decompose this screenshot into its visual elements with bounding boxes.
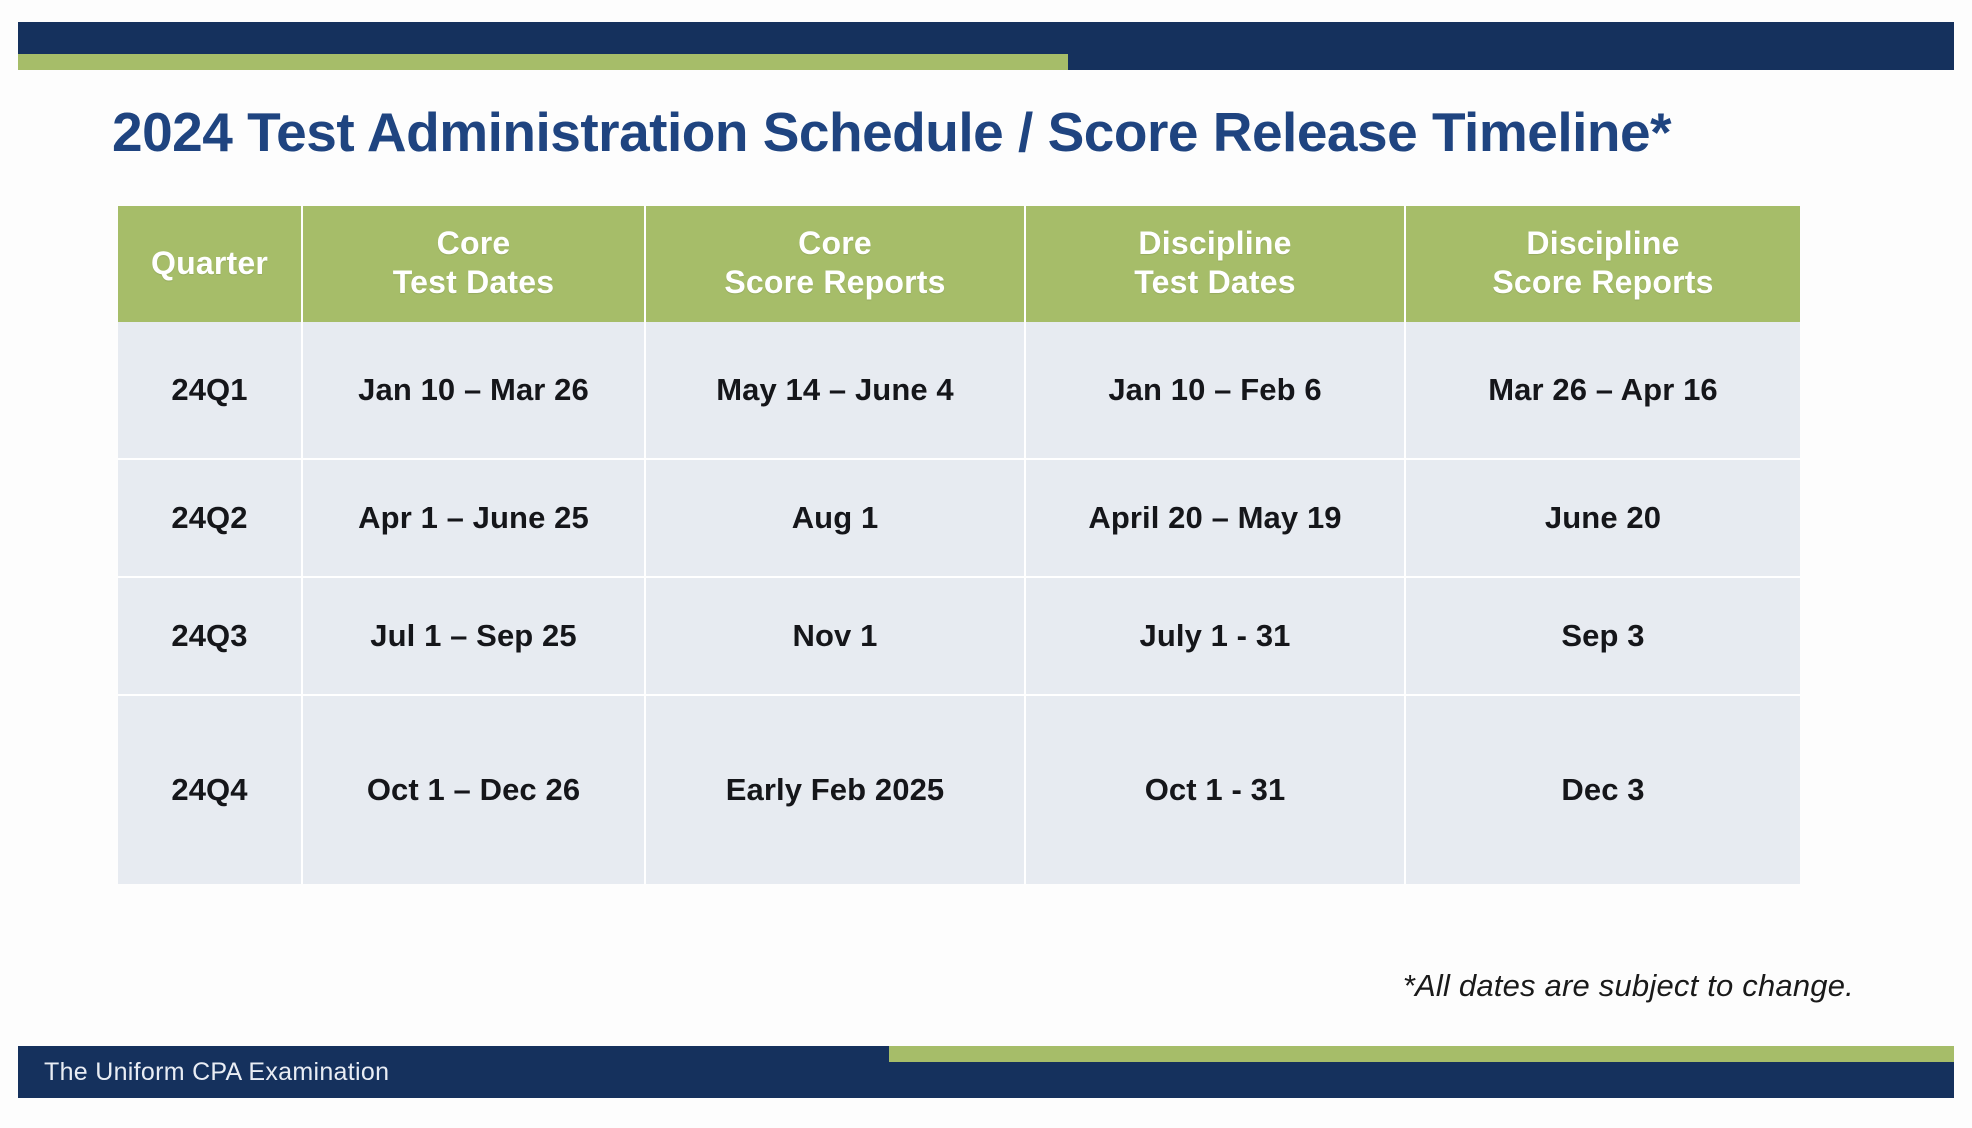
column-header-discipline-test-dates-line1: Discipline: [1138, 225, 1292, 261]
column-header-core-test-dates-line1: Core: [436, 225, 511, 261]
column-header-discipline-test-dates-line2: Test Dates: [1134, 264, 1296, 301]
column-header-discipline-score-reports-line1: Discipline: [1526, 225, 1680, 261]
cell-discipline-score-reports: June 20: [1405, 459, 1800, 579]
footer-green-strip: [889, 1046, 1954, 1062]
cell-quarter: 24Q1: [118, 322, 303, 461]
cell-discipline-score-reports: Dec 3: [1405, 695, 1800, 885]
column-header-core-score-reports-line1: Core: [798, 225, 872, 261]
footer-accent-bar: The Uniform CPA Examination: [18, 1046, 1954, 1098]
cell-core-test-dates: Jul 1 – Sep 25: [302, 577, 646, 697]
cell-core-score-reports: Early Feb 2025: [645, 695, 1026, 885]
cell-discipline-score-reports: Mar 26 – Apr 16: [1405, 322, 1800, 461]
cell-discipline-test-dates: Jan 10 – Feb 6: [1025, 322, 1406, 461]
header-green-strip: [18, 54, 1068, 70]
table-header-row: Quarter Core Test Dates Core Score Repor…: [118, 206, 1800, 323]
column-header-core-score-reports: Core Score Reports: [645, 206, 1026, 323]
cell-discipline-score-reports: Sep 3: [1405, 577, 1800, 697]
cell-quarter: 24Q4: [118, 695, 303, 885]
cell-quarter: 24Q2: [118, 459, 303, 579]
table-row: 24Q2 Apr 1 – June 25 Aug 1 April 20 – Ma…: [118, 459, 1800, 579]
cell-core-score-reports: Aug 1: [645, 459, 1026, 579]
cell-core-test-dates: Jan 10 – Mar 26: [302, 322, 646, 461]
cell-core-score-reports: May 14 – June 4: [645, 322, 1026, 461]
cell-discipline-test-dates: April 20 – May 19: [1025, 459, 1406, 579]
column-header-quarter: Quarter: [118, 206, 303, 323]
column-header-core-test-dates: Core Test Dates: [302, 206, 646, 323]
cell-discipline-test-dates: July 1 - 31: [1025, 577, 1406, 697]
footnote-disclaimer: *All dates are subject to change.: [1402, 968, 1854, 1003]
column-header-discipline-score-reports: Discipline Score Reports: [1405, 206, 1800, 323]
cell-core-test-dates: Oct 1 – Dec 26: [302, 695, 646, 885]
column-header-discipline-score-reports-line2: Score Reports: [1492, 264, 1714, 301]
column-header-discipline-test-dates: Discipline Test Dates: [1025, 206, 1406, 323]
test-administration-schedule-table: Quarter Core Test Dates Core Score Repor…: [118, 206, 1800, 885]
footer-label: The Uniform CPA Examination: [44, 1058, 390, 1086]
cell-discipline-test-dates: Oct 1 - 31: [1025, 695, 1406, 885]
cell-core-score-reports: Nov 1: [645, 577, 1026, 697]
cell-core-test-dates: Apr 1 – June 25: [302, 459, 646, 579]
header-accent-bar: [18, 22, 1954, 70]
table-row: 24Q3 Jul 1 – Sep 25 Nov 1 July 1 - 31 Se…: [118, 577, 1800, 697]
table-row: 24Q4 Oct 1 – Dec 26 Early Feb 2025 Oct 1…: [118, 695, 1800, 885]
slide-canvas: 2024 Test Administration Schedule / Scor…: [0, 0, 1972, 1128]
page-title: 2024 Test Administration Schedule / Scor…: [112, 101, 1671, 163]
column-header-core-test-dates-line2: Test Dates: [392, 264, 555, 301]
column-header-core-score-reports-line2: Score Reports: [724, 264, 946, 301]
column-header-quarter-line1: Quarter: [151, 244, 268, 281]
cell-quarter: 24Q3: [118, 577, 303, 697]
table-row: 24Q1 Jan 10 – Mar 26 May 14 – June 4 Jan…: [118, 322, 1800, 461]
